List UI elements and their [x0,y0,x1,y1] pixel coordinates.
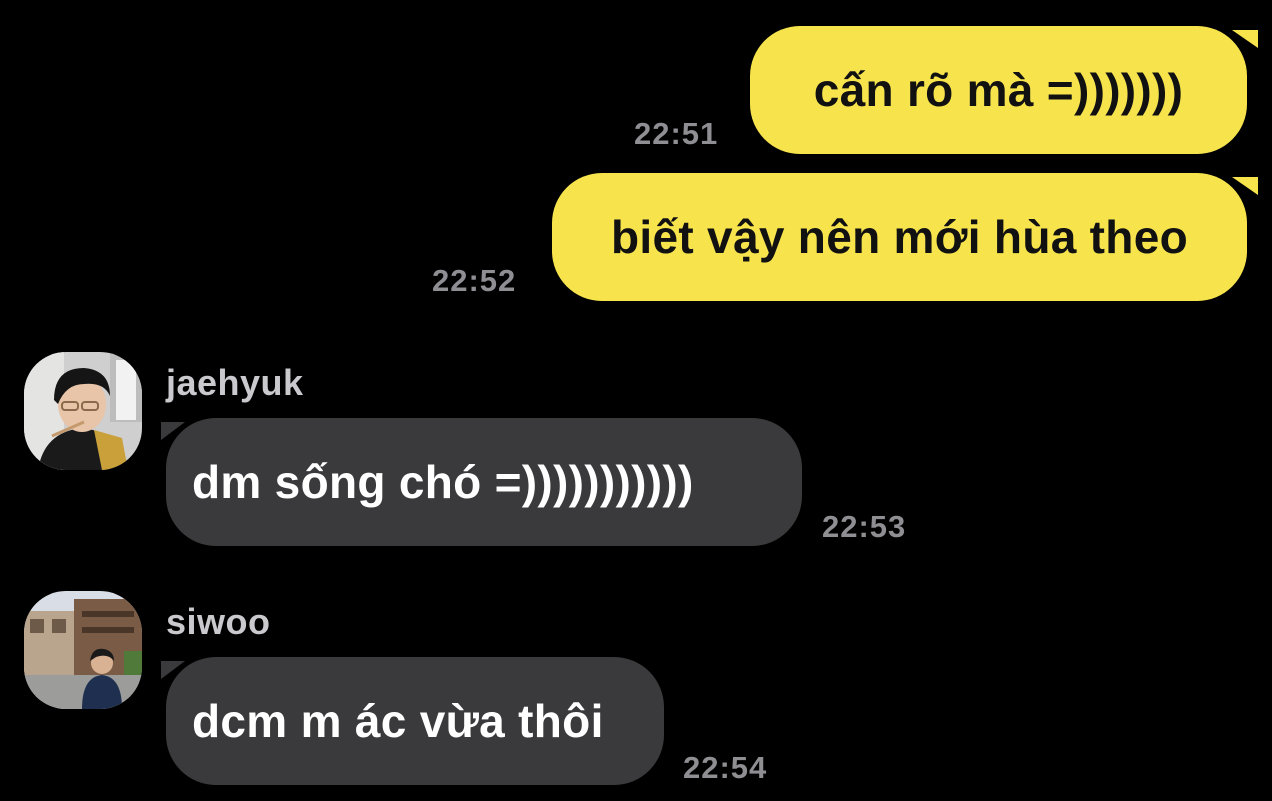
message-text: biết vậy nên mới hùa theo [611,211,1188,263]
message-timestamp: 22:53 [822,509,907,544]
outgoing-message-bubble[interactable]: cấn rõ mà =))))))) [750,26,1247,154]
sender-name: siwoo [166,601,271,642]
bubble-tail [1232,30,1258,48]
chat-message-list[interactable]: 22:51 cấn rõ mà =))))))) 22:52 biết vậy … [0,0,1272,801]
outgoing-message-bubble[interactable]: biết vậy nên mới hùa theo [552,173,1247,301]
avatar[interactable] [24,352,142,470]
incoming-message-bubble[interactable]: dcm m ác vừa thôi [166,657,664,785]
profile-photo-icon [24,352,142,470]
incoming-message-bubble[interactable]: dm sống chó =))))))))))) [166,418,802,546]
sender-name: jaehyuk [166,362,304,403]
message-timestamp: 22:52 [432,263,517,298]
message-timestamp: 22:51 [634,116,719,151]
message-timestamp: 22:54 [683,750,768,785]
bubble-tail [1232,177,1258,195]
profile-photo-icon [24,591,142,709]
avatar[interactable] [24,591,142,709]
message-text: dm sống chó =))))))))))) [192,456,694,508]
message-text: dcm m ác vừa thôi [192,695,604,747]
message-text: cấn rõ mà =))))))) [813,64,1184,116]
